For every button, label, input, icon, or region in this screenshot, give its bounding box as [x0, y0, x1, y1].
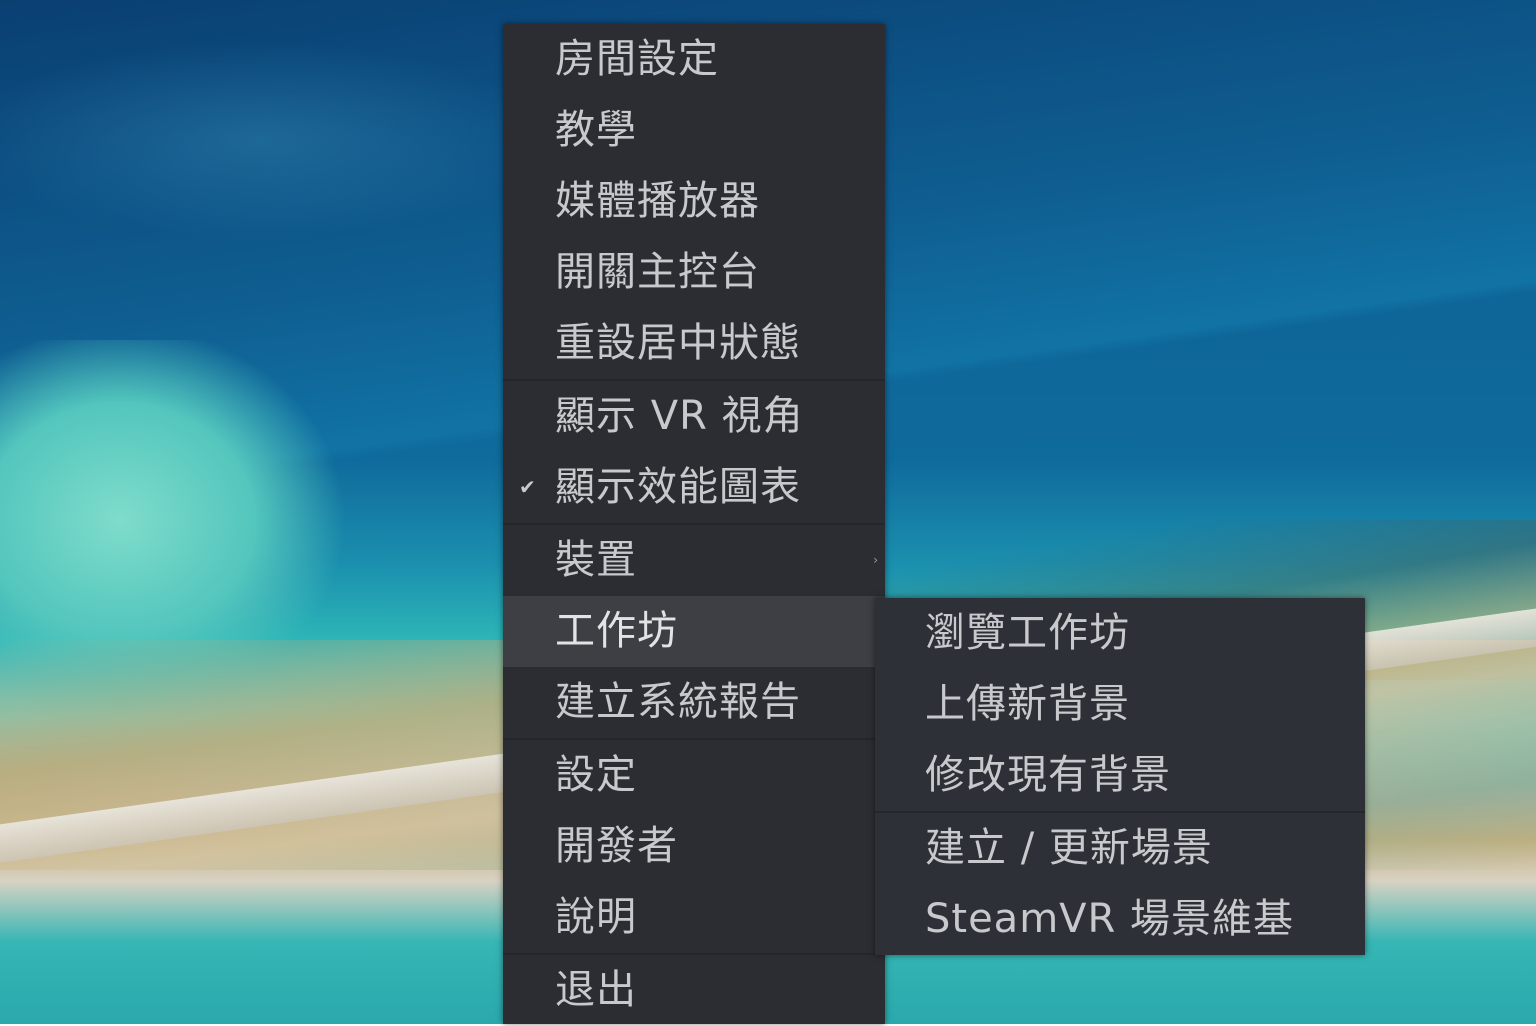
- menu-group-3: 裝置 › 工作坊 建立系統報告: [503, 525, 885, 740]
- menu-item-display-vr-view[interactable]: 顯示 VR 視角: [503, 381, 885, 452]
- workshop-submenu: 瀏覽工作坊 上傳新背景 修改現有背景 建立 / 更新場景 SteamVR 場景維…: [875, 598, 1365, 955]
- menu-item-tutorial[interactable]: 教學: [503, 95, 885, 166]
- submenu-group-1: 瀏覽工作坊 上傳新背景 修改現有背景: [875, 598, 1365, 813]
- submenu-item-scene-wiki[interactable]: SteamVR 場景維基: [875, 884, 1365, 955]
- submenu-item-upload-background[interactable]: 上傳新背景: [875, 669, 1365, 740]
- menu-group-5: 退出: [503, 955, 885, 1026]
- menu-item-help[interactable]: 說明: [503, 882, 885, 953]
- checkmark-icon: ✔: [519, 475, 537, 499]
- submenu-item-modify-background[interactable]: 修改現有背景: [875, 740, 1365, 811]
- menu-item-media-player[interactable]: 媒體播放器: [503, 166, 885, 237]
- menu-item-reset-seated[interactable]: 重設居中狀態: [503, 308, 885, 379]
- menu-item-developer[interactable]: 開發者: [503, 811, 885, 882]
- submenu-item-browse-workshop[interactable]: 瀏覽工作坊: [875, 598, 1365, 669]
- menu-group-1: 房間設定 教學 媒體播放器 開關主控台 重設居中狀態: [503, 24, 885, 381]
- menu-group-4: 設定 開發者 說明: [503, 740, 885, 955]
- menu-group-2: 顯示 VR 視角 ✔ 顯示效能圖表: [503, 381, 885, 525]
- chevron-right-icon: ›: [873, 553, 879, 567]
- menu-item-devices[interactable]: 裝置 ›: [503, 525, 885, 596]
- menu-item-exit[interactable]: 退出: [503, 955, 885, 1026]
- menu-item-display-performance-graph[interactable]: ✔ 顯示效能圖表: [503, 452, 885, 523]
- submenu-group-2: 建立 / 更新場景 SteamVR 場景維基: [875, 813, 1365, 955]
- menu-item-workshop[interactable]: 工作坊: [503, 596, 885, 667]
- menu-item-create-system-report[interactable]: 建立系統報告: [503, 667, 885, 738]
- steamvr-context-menu: 房間設定 教學 媒體播放器 開關主控台 重設居中狀態 顯示 VR 視角 ✔ 顯示…: [503, 24, 885, 1024]
- menu-item-settings[interactable]: 設定: [503, 740, 885, 811]
- menu-item-room-setup[interactable]: 房間設定: [503, 24, 885, 95]
- menu-item-toggle-dashboard[interactable]: 開關主控台: [503, 237, 885, 308]
- submenu-item-create-update-scene[interactable]: 建立 / 更新場景: [875, 813, 1365, 884]
